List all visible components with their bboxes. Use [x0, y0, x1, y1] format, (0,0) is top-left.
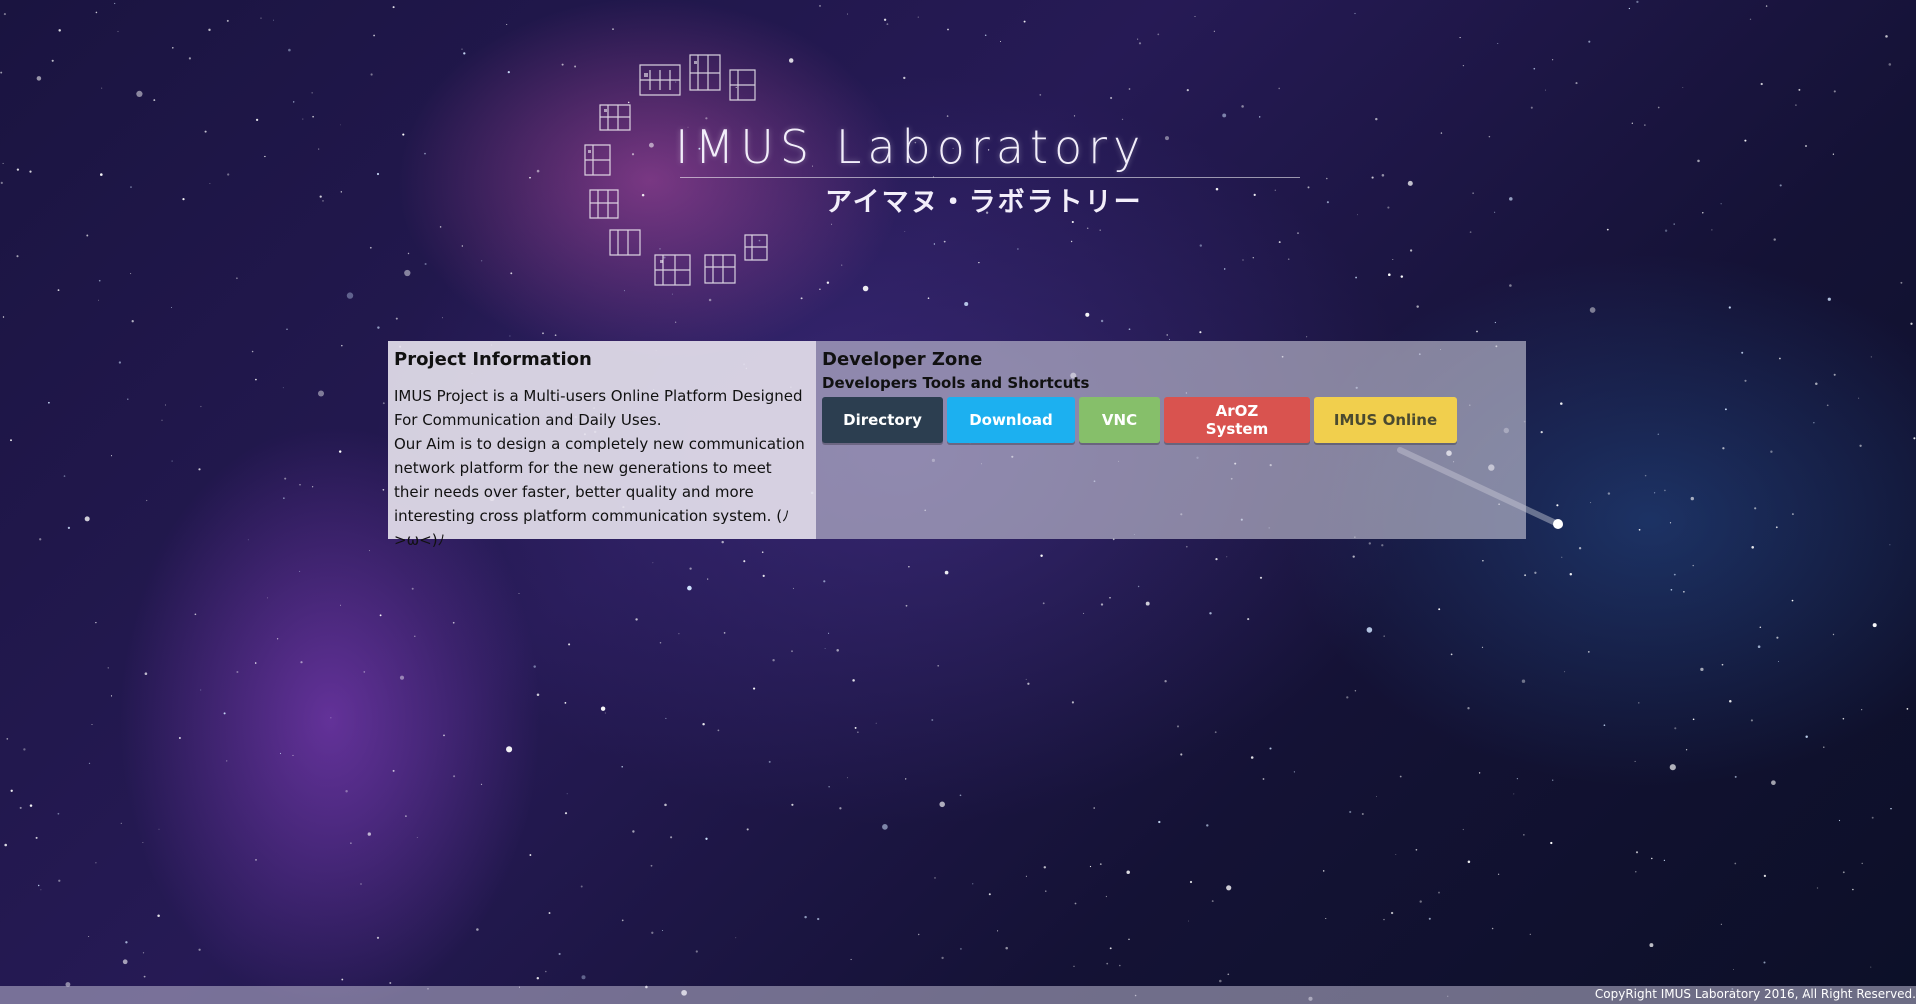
developer-zone-panel: Developer Zone Developers Tools and Shor… — [816, 341, 1526, 539]
developer-shortcuts: Directory Download VNC ArOZ System IMUS … — [822, 397, 1520, 443]
aroz-system-button[interactable]: ArOZ System — [1164, 397, 1310, 443]
directory-button[interactable]: Directory — [822, 397, 943, 443]
footer-bar: CopyRight IMUS Laboratory 2016, All Righ… — [0, 986, 1916, 1004]
content-panels: Project Information IMUS Project is a Mu… — [388, 341, 1526, 549]
site-subtitle-japanese: アイマヌ・ラボラトリー — [825, 187, 1143, 218]
site-title: IMUS Laboratory — [675, 120, 1147, 174]
developer-zone-title: Developer Zone — [822, 349, 983, 370]
project-aim: Our Aim is to design a completely new co… — [394, 435, 805, 549]
copyright-text: CopyRight IMUS Laboratory 2016, All Righ… — [1594, 987, 1916, 1001]
download-button[interactable]: Download — [947, 397, 1075, 443]
project-information-panel: Project Information IMUS Project is a Mu… — [388, 341, 816, 549]
project-information-title: Project Information — [394, 349, 592, 370]
title-divider — [680, 177, 1300, 178]
developer-tools-subtitle: Developers Tools and Shortcuts — [822, 374, 1090, 392]
site-logo: IMUS Laboratory アイマヌ・ラボラトリー — [580, 25, 1340, 305]
vnc-button[interactable]: VNC — [1079, 397, 1160, 443]
imus-online-button[interactable]: IMUS Online — [1314, 397, 1457, 443]
project-description: IMUS Project is a Multi-users Online Pla… — [394, 387, 803, 429]
